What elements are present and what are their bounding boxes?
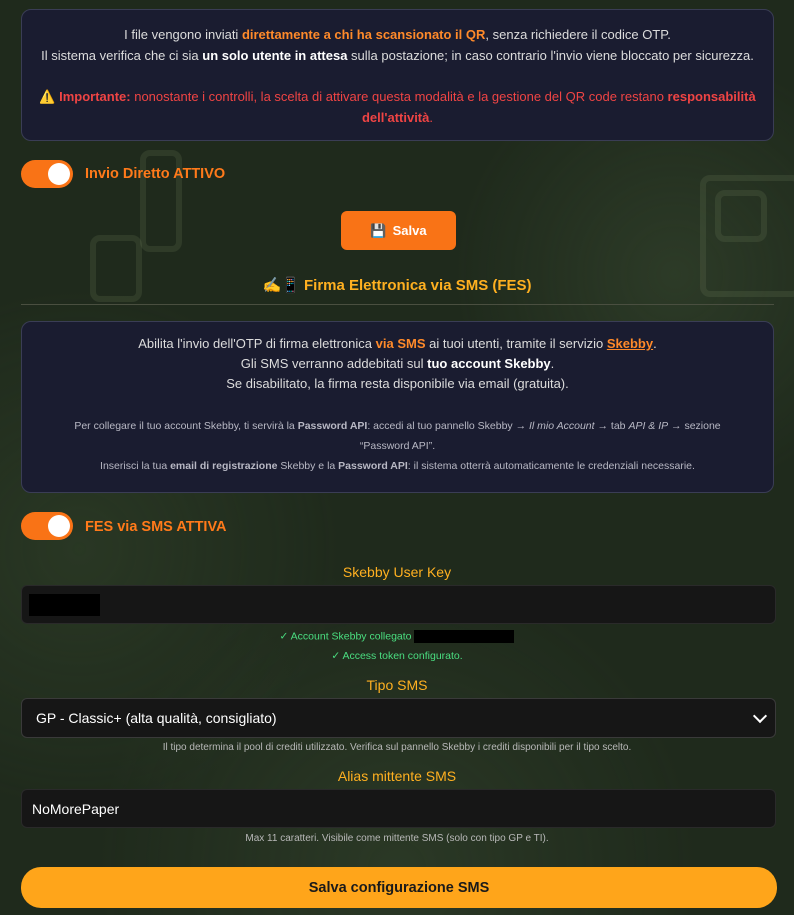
toggle-knob bbox=[48, 163, 70, 185]
info-text: . bbox=[550, 356, 555, 371]
fes-sms-toggle[interactable] bbox=[21, 512, 73, 540]
save-button[interactable]: 💾 Salva bbox=[341, 211, 456, 250]
toggle-knob bbox=[48, 515, 70, 537]
info-highlight: un solo utente in attesa bbox=[202, 48, 348, 63]
info-text: . bbox=[653, 336, 657, 351]
fes-section-title: ✍️📱 Firma Elettronica via SMS (FES) bbox=[0, 276, 794, 294]
warning-text: . bbox=[429, 110, 433, 125]
info-line-2: Il sistema verifica che ci sia un solo u… bbox=[22, 45, 773, 66]
redacted-account bbox=[414, 630, 515, 643]
info-text: : accedi al tuo pannello Skebby → bbox=[367, 420, 530, 432]
fes-info-line-2: Gli SMS verranno addebitati sul tuo acco… bbox=[22, 354, 773, 374]
info-text: Inserisci la tua bbox=[100, 460, 171, 472]
section-divider bbox=[21, 304, 774, 305]
fes-info-line-1: Abilita l'invio dell'OTP di firma elettr… bbox=[22, 334, 773, 354]
info-bold: Password API bbox=[338, 460, 408, 472]
info-text: : il sistema otterrà automaticamente le … bbox=[407, 460, 695, 472]
info-bold: Password API bbox=[297, 420, 368, 432]
background-decoration bbox=[715, 190, 767, 242]
info-text: → sezione bbox=[668, 420, 721, 432]
sms-type-select[interactable]: GP - Classic+ (alta qualità, consigliato… bbox=[21, 698, 776, 738]
sms-type-label: Tipo SMS bbox=[366, 677, 428, 693]
save-button-label: Salva bbox=[392, 223, 427, 238]
alias-input[interactable]: NoMorePaper bbox=[21, 789, 776, 828]
fes-info-panel: Abilita l'invio dell'OTP di firma elettr… bbox=[21, 321, 774, 493]
fes-instructions-line-2: “Password API”. bbox=[359, 440, 436, 452]
sms-type-selected: GP - Classic+ (alta qualità, consigliato… bbox=[36, 710, 277, 726]
warning-text: nonostante i controlli, la scelta di att… bbox=[130, 89, 668, 104]
info-text: , senza richiedere il codice OTP. bbox=[485, 27, 671, 42]
direct-send-toggle[interactable] bbox=[21, 160, 73, 188]
info-bold: email di registrazione bbox=[170, 460, 278, 472]
warning-label: Importante: bbox=[59, 89, 131, 104]
warning-icon: ⚠️ bbox=[39, 89, 56, 104]
section-title-text: Firma Elettronica via SMS (FES) bbox=[303, 277, 532, 294]
info-highlight: tuo account Skebby bbox=[427, 356, 551, 371]
alias-label: Alias mittente SMS bbox=[337, 768, 457, 784]
fes-instructions-line-3: Inserisci la tua email di registrazione … bbox=[22, 456, 773, 476]
info-text: ai tuoi utenti, tramite il servizio bbox=[425, 336, 607, 351]
alias-hint: Max 11 caratteri. Visibile come mittente… bbox=[245, 833, 549, 844]
info-text: Il sistema verifica che ci sia bbox=[41, 48, 203, 63]
signature-phone-icon: ✍️📱 bbox=[262, 277, 300, 294]
account-linked-status: ✓ Account Skebby collegato bbox=[0, 630, 794, 643]
info-text: I file vengono inviati bbox=[124, 27, 242, 42]
info-highlight: via SMS bbox=[375, 336, 426, 351]
info-text: Gli SMS verranno addebitati sul bbox=[240, 356, 428, 371]
user-key-input[interactable] bbox=[21, 585, 776, 624]
info-line-1: I file vengono inviati direttamente a ch… bbox=[22, 24, 773, 45]
access-token-status: ✓ Access token configurato. bbox=[331, 650, 463, 662]
info-text: → tab bbox=[594, 420, 629, 432]
floppy-disk-icon: 💾 bbox=[370, 222, 387, 238]
user-key-label: Skebby User Key bbox=[342, 564, 452, 580]
status-text: ✓ Account Skebby collegato bbox=[279, 630, 412, 643]
info-text: Per collegare il tuo account Skebby, ti … bbox=[74, 420, 298, 432]
info-text: sulla postazione; in caso contrario l'in… bbox=[347, 48, 754, 63]
warning-note: ⚠️ Importante: nonostante i controlli, l… bbox=[22, 86, 773, 128]
save-sms-config-button[interactable]: Salva configurazione SMS bbox=[21, 867, 777, 908]
direct-send-toggle-label: Invio Diretto ATTIVO bbox=[85, 166, 226, 182]
info-text: Skebby e la bbox=[277, 460, 339, 472]
alias-value: NoMorePaper bbox=[32, 800, 120, 817]
fes-instructions-line-1: Per collegare il tuo account Skebby, ti … bbox=[22, 416, 773, 436]
redacted-value bbox=[29, 593, 100, 616]
fes-sms-toggle-label: FES via SMS ATTIVA bbox=[85, 519, 227, 535]
fes-info-line-3: Se disabilitato, la firma resta disponib… bbox=[226, 376, 569, 391]
sms-type-hint: Il tipo determina il pool di crediti uti… bbox=[162, 742, 632, 753]
direct-send-info-panel: I file vengono inviati direttamente a ch… bbox=[21, 9, 774, 141]
info-text: Abilita l'invio dell'OTP di firma elettr… bbox=[138, 336, 376, 351]
info-italic: API & IP bbox=[628, 420, 669, 432]
info-highlight: direttamente a chi ha scansionato il QR bbox=[241, 27, 486, 42]
chevron-down-icon bbox=[752, 708, 768, 724]
skebby-link[interactable]: Skebby bbox=[607, 336, 653, 351]
info-italic: Il mio Account bbox=[529, 420, 595, 432]
